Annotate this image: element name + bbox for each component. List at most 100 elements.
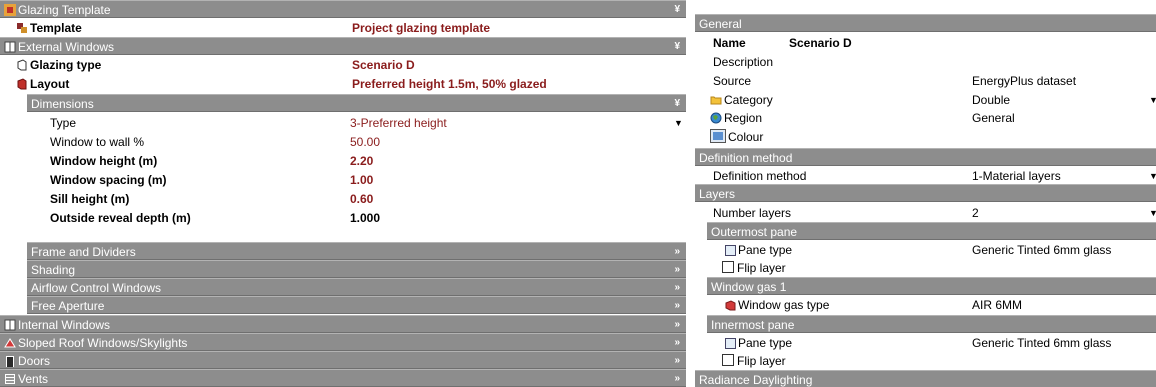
type-dropdown[interactable]: 3-Preferred height xyxy=(350,114,447,132)
colour-label: Colour xyxy=(728,130,764,144)
name-row[interactable]: Name Scenario D xyxy=(695,34,1156,52)
name-input[interactable]: Scenario D xyxy=(789,34,852,52)
window-gas-type-row[interactable]: Window gas type AIR 6MM xyxy=(695,296,1156,314)
section-header-label: Free Aperture xyxy=(31,299,105,313)
layout-label: Layout xyxy=(30,77,70,91)
category-dropdown[interactable]: Double xyxy=(972,91,1010,109)
number-layers-dropdown[interactable]: 2 xyxy=(972,204,979,222)
layout-icon xyxy=(17,78,27,90)
innermost-pane-header[interactable]: Innermost pane xyxy=(707,315,1156,333)
region-value[interactable]: General xyxy=(972,109,1015,127)
internal-window-icon xyxy=(4,319,16,331)
window-gas-type-value[interactable]: AIR 6MM xyxy=(972,296,1022,314)
definition-method-label: Definition method xyxy=(713,169,807,183)
expand-chevron-icon[interactable]: » xyxy=(674,316,680,334)
outer-pane-type-label: Pane type xyxy=(738,243,793,257)
template-row[interactable]: Template Project glazing template xyxy=(0,19,686,37)
free-aperture-header[interactable]: Free Aperture » xyxy=(27,296,686,314)
section-header-label: Sloped Roof Windows/Skylights xyxy=(18,336,188,350)
definition-method-dropdown[interactable]: 1-Material layers xyxy=(972,167,1061,185)
layout-row[interactable]: Layout Preferred height 1.5m, 50% glazed xyxy=(0,75,686,93)
description-row[interactable]: Description xyxy=(695,53,1156,71)
shading-header[interactable]: Shading » xyxy=(27,260,686,278)
collapse-chevron-icon[interactable]: ¥ xyxy=(674,38,680,56)
panel-divider[interactable] xyxy=(686,0,695,387)
category-label: Category xyxy=(724,93,773,107)
expand-chevron-icon[interactable]: » xyxy=(674,334,680,352)
outer-flip-layer-label: Flip layer xyxy=(737,261,786,275)
window-to-wall-label: Window to wall % xyxy=(50,135,145,149)
airflow-control-windows-header[interactable]: Airflow Control Windows » xyxy=(27,278,686,296)
glazing-template-header[interactable]: Glazing Template ¥ xyxy=(0,0,686,18)
expand-chevron-icon[interactable]: » xyxy=(674,352,680,370)
category-row[interactable]: Category Double ▼ xyxy=(695,91,1156,109)
expand-chevron-icon[interactable]: » xyxy=(674,279,680,297)
radiance-daylighting-header[interactable]: Radiance Daylighting xyxy=(695,370,1156,387)
external-windows-header[interactable]: External Windows ¥ xyxy=(0,37,686,55)
layers-header-label: Layers xyxy=(699,187,736,201)
general-header[interactable]: General xyxy=(695,14,1156,32)
inner-flip-layer-label: Flip layer xyxy=(737,354,786,368)
inner-pane-type-row[interactable]: Pane type Generic Tinted 6mm glass xyxy=(695,334,1156,352)
window-to-wall-row[interactable]: Window to wall % 50.00 xyxy=(0,133,686,151)
pane-icon xyxy=(725,338,736,349)
type-row[interactable]: Type 3-Preferred height ▼ xyxy=(0,114,686,132)
window-spacing-row[interactable]: Window spacing (m) 1.00 xyxy=(0,171,686,189)
glazing-template-icon xyxy=(4,4,16,16)
window-height-label: Window height (m) xyxy=(50,154,158,168)
window-to-wall-input[interactable]: 50.00 xyxy=(350,133,380,151)
sill-height-input[interactable]: 0.60 xyxy=(350,190,373,208)
collapse-chevron-icon[interactable]: ¥ xyxy=(674,1,680,19)
gas-icon xyxy=(725,300,736,311)
window-gas-header[interactable]: Window gas 1 xyxy=(707,277,1156,295)
inner-flip-layer-row[interactable]: Flip layer xyxy=(695,352,1156,370)
colour-swatch-icon[interactable] xyxy=(710,129,726,143)
section-header-label: Airflow Control Windows xyxy=(31,281,162,295)
outside-reveal-depth-input[interactable]: 1.000 xyxy=(350,209,380,227)
expand-chevron-icon[interactable]: » xyxy=(674,370,680,387)
external-windows-header-label: External Windows xyxy=(18,40,115,54)
definition-method-header[interactable]: Definition method xyxy=(695,148,1156,166)
window-height-row[interactable]: Window height (m) 2.20 xyxy=(0,152,686,170)
outermost-pane-header[interactable]: Outermost pane xyxy=(707,222,1156,240)
dropdown-arrow-icon[interactable]: ▼ xyxy=(1149,91,1156,109)
dimensions-header-label: Dimensions xyxy=(31,97,94,111)
outside-reveal-depth-row[interactable]: Outside reveal depth (m) 1.000 xyxy=(0,209,686,227)
definition-method-row[interactable]: Definition method 1-Material layers ▼ xyxy=(695,167,1156,185)
outer-pane-type-row[interactable]: Pane type Generic Tinted 6mm glass xyxy=(695,241,1156,259)
expand-chevron-icon[interactable]: » xyxy=(674,243,680,261)
layers-header[interactable]: Layers xyxy=(695,184,1156,202)
outer-flip-layer-row[interactable]: Flip layer xyxy=(695,259,1156,277)
general-header-label: General xyxy=(699,17,742,31)
dimensions-header[interactable]: Dimensions ¥ xyxy=(27,94,686,112)
expand-chevron-icon[interactable]: » xyxy=(674,297,680,315)
dropdown-arrow-icon[interactable]: ▼ xyxy=(1149,204,1156,222)
inner-pane-type-value[interactable]: Generic Tinted 6mm glass xyxy=(972,334,1111,352)
region-row[interactable]: Region General xyxy=(695,109,1156,127)
section-header-label: Doors xyxy=(18,354,51,368)
internal-windows-header[interactable]: Internal Windows » xyxy=(0,315,686,333)
expand-chevron-icon[interactable]: » xyxy=(674,261,680,279)
dropdown-arrow-icon[interactable]: ▼ xyxy=(1149,167,1156,185)
sill-height-row[interactable]: Sill height (m) 0.60 xyxy=(0,190,686,208)
glazing-type-value[interactable]: Scenario D xyxy=(352,56,415,74)
window-spacing-input[interactable]: 1.00 xyxy=(350,171,373,189)
inner-flip-layer-checkbox[interactable] xyxy=(722,354,734,366)
source-value: EnergyPlus dataset xyxy=(972,74,1077,88)
template-value[interactable]: Project glazing template xyxy=(352,19,490,37)
glazing-type-row[interactable]: Glazing type Scenario D xyxy=(0,56,686,74)
globe-icon xyxy=(710,112,722,124)
window-height-input[interactable]: 2.20 xyxy=(350,152,373,170)
collapse-chevron-icon[interactable]: ¥ xyxy=(674,95,680,113)
doors-header[interactable]: Doors » xyxy=(0,351,686,369)
layout-value[interactable]: Preferred height 1.5m, 50% glazed xyxy=(352,75,547,93)
sloped-roof-windows-header[interactable]: Sloped Roof Windows/Skylights » xyxy=(0,333,686,351)
outer-pane-type-value[interactable]: Generic Tinted 6mm glass xyxy=(972,241,1111,259)
number-layers-row[interactable]: Number layers 2 ▼ xyxy=(695,204,1156,222)
sill-height-label: Sill height (m) xyxy=(50,192,130,206)
colour-row[interactable]: Colour xyxy=(695,128,1156,146)
outer-flip-layer-checkbox[interactable] xyxy=(722,261,734,273)
dropdown-arrow-icon[interactable]: ▼ xyxy=(674,114,683,132)
vents-header[interactable]: Vents » xyxy=(0,369,686,387)
frame-and-dividers-header[interactable]: Frame and Dividers » xyxy=(27,242,686,260)
